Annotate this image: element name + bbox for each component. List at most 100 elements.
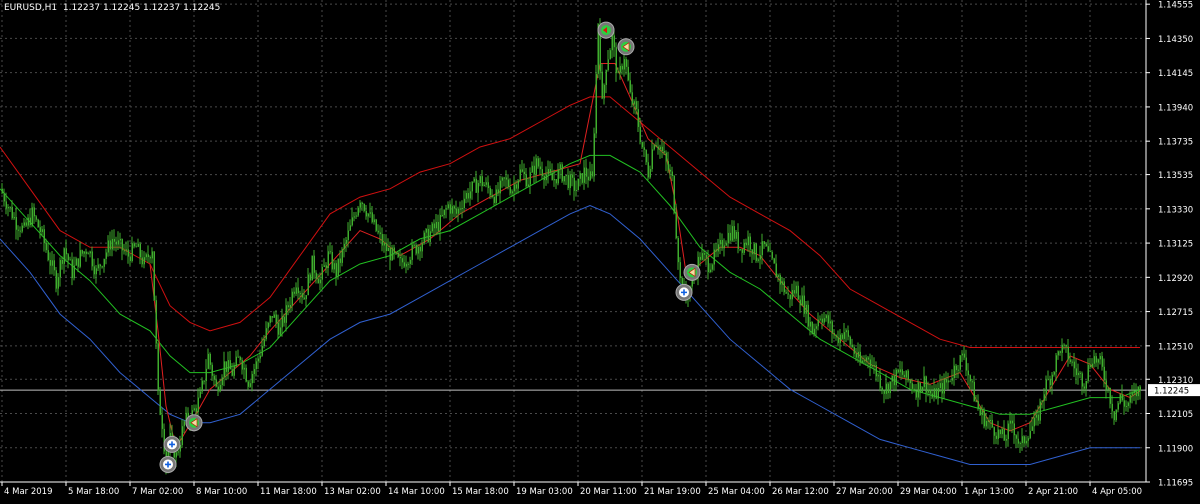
candle-body	[481, 176, 483, 187]
candle-body	[885, 383, 887, 394]
candle-body	[927, 389, 929, 393]
candle-body	[157, 343, 159, 391]
candle-body	[1003, 428, 1005, 441]
candle-body	[839, 334, 841, 343]
candle-body	[439, 215, 441, 232]
candle-body	[319, 279, 321, 284]
candle-body	[1099, 356, 1101, 360]
candle-body	[969, 375, 971, 382]
candle-body	[253, 369, 255, 375]
candle-body	[573, 177, 575, 191]
ohlc-high: 1.12245	[102, 3, 141, 13]
candle-body	[703, 253, 705, 255]
candle-body	[539, 166, 541, 170]
candle-body	[503, 177, 505, 179]
candle-body	[631, 92, 633, 105]
candle-body	[567, 175, 569, 189]
candle-body	[729, 232, 731, 241]
candle-body	[231, 369, 233, 376]
candle-body	[863, 360, 865, 362]
candle-body	[781, 281, 783, 285]
candle-body	[753, 243, 755, 255]
candle-body	[13, 217, 15, 219]
candle-body	[779, 275, 781, 285]
candle-body	[491, 195, 493, 198]
candle-body	[1045, 379, 1047, 395]
candle-body	[357, 207, 359, 216]
candle-body	[1101, 356, 1103, 367]
candle-body	[497, 189, 499, 194]
candle-body	[415, 244, 417, 254]
price-chart[interactable]: 1.11695 1.11900 1.12105 1.12310 1.12510 1.127…	[0, 0, 1200, 500]
candle-body	[359, 202, 361, 208]
candle-body	[615, 47, 617, 73]
candle-body	[447, 204, 449, 209]
candle-body	[771, 251, 773, 259]
candle-body	[977, 401, 979, 409]
candle-body	[329, 251, 331, 253]
candle-body	[889, 381, 891, 394]
candle-body	[881, 387, 883, 391]
candle-body	[787, 293, 789, 295]
candle-body	[911, 383, 913, 389]
candle-body	[925, 376, 927, 393]
candle-body	[127, 249, 129, 257]
candle-body	[1029, 430, 1031, 439]
candle-body	[605, 70, 607, 85]
candle-body	[445, 208, 447, 210]
candle-body	[823, 318, 825, 323]
candle-body	[381, 234, 383, 246]
candle-body	[1013, 423, 1015, 436]
candle-body	[137, 243, 139, 247]
candle-body	[95, 268, 97, 275]
candle-body	[107, 240, 109, 253]
chart-canvas[interactable]: 1.116951.119001.121051.123101.125101.127…	[0, 0, 1200, 500]
candle-body	[933, 388, 935, 398]
candle-body	[601, 71, 603, 99]
candle-body	[971, 381, 973, 383]
candle-body	[931, 393, 933, 398]
candle-body	[1079, 372, 1081, 374]
x-tick-label: 27 Mar 20:00	[836, 487, 893, 497]
candle-body	[377, 230, 379, 233]
candle-body	[265, 328, 267, 340]
candle-body	[249, 383, 251, 387]
candle-body	[295, 287, 297, 294]
candle-body	[485, 182, 487, 185]
candle-body	[991, 419, 993, 428]
candle-body	[1, 188, 3, 194]
candle-body	[59, 260, 61, 278]
candle-body	[1123, 400, 1125, 407]
candle-body	[135, 246, 137, 248]
y-tick-label: 1.12715	[1158, 308, 1193, 318]
candle-body	[1073, 361, 1075, 369]
candle-body	[1075, 368, 1077, 376]
candle-body	[1081, 373, 1083, 387]
candle-body	[773, 258, 775, 264]
y-tick-label: 1.13735	[1158, 138, 1193, 148]
candle-body	[51, 260, 53, 266]
candle-body	[1009, 420, 1011, 424]
candle-body	[177, 451, 179, 453]
candle-body	[109, 240, 111, 250]
candle-body	[737, 231, 739, 249]
candle-body	[665, 152, 667, 162]
candle-body	[369, 212, 371, 214]
candle-body	[1107, 388, 1109, 390]
candle-body	[531, 165, 533, 173]
candle-body	[851, 344, 853, 348]
candle-body	[271, 316, 273, 318]
candle-body	[865, 357, 867, 362]
candle-body	[317, 278, 319, 284]
candle-body	[463, 198, 465, 209]
candle-body	[849, 336, 851, 345]
candle-body	[1103, 366, 1105, 381]
candle-body	[123, 250, 125, 252]
candle-body	[119, 239, 121, 241]
candle-body	[1055, 355, 1057, 372]
candle-body	[563, 176, 565, 182]
candle-body	[797, 285, 799, 300]
candle-body	[83, 251, 85, 254]
candle-body	[743, 242, 745, 253]
candle-body	[437, 221, 439, 232]
